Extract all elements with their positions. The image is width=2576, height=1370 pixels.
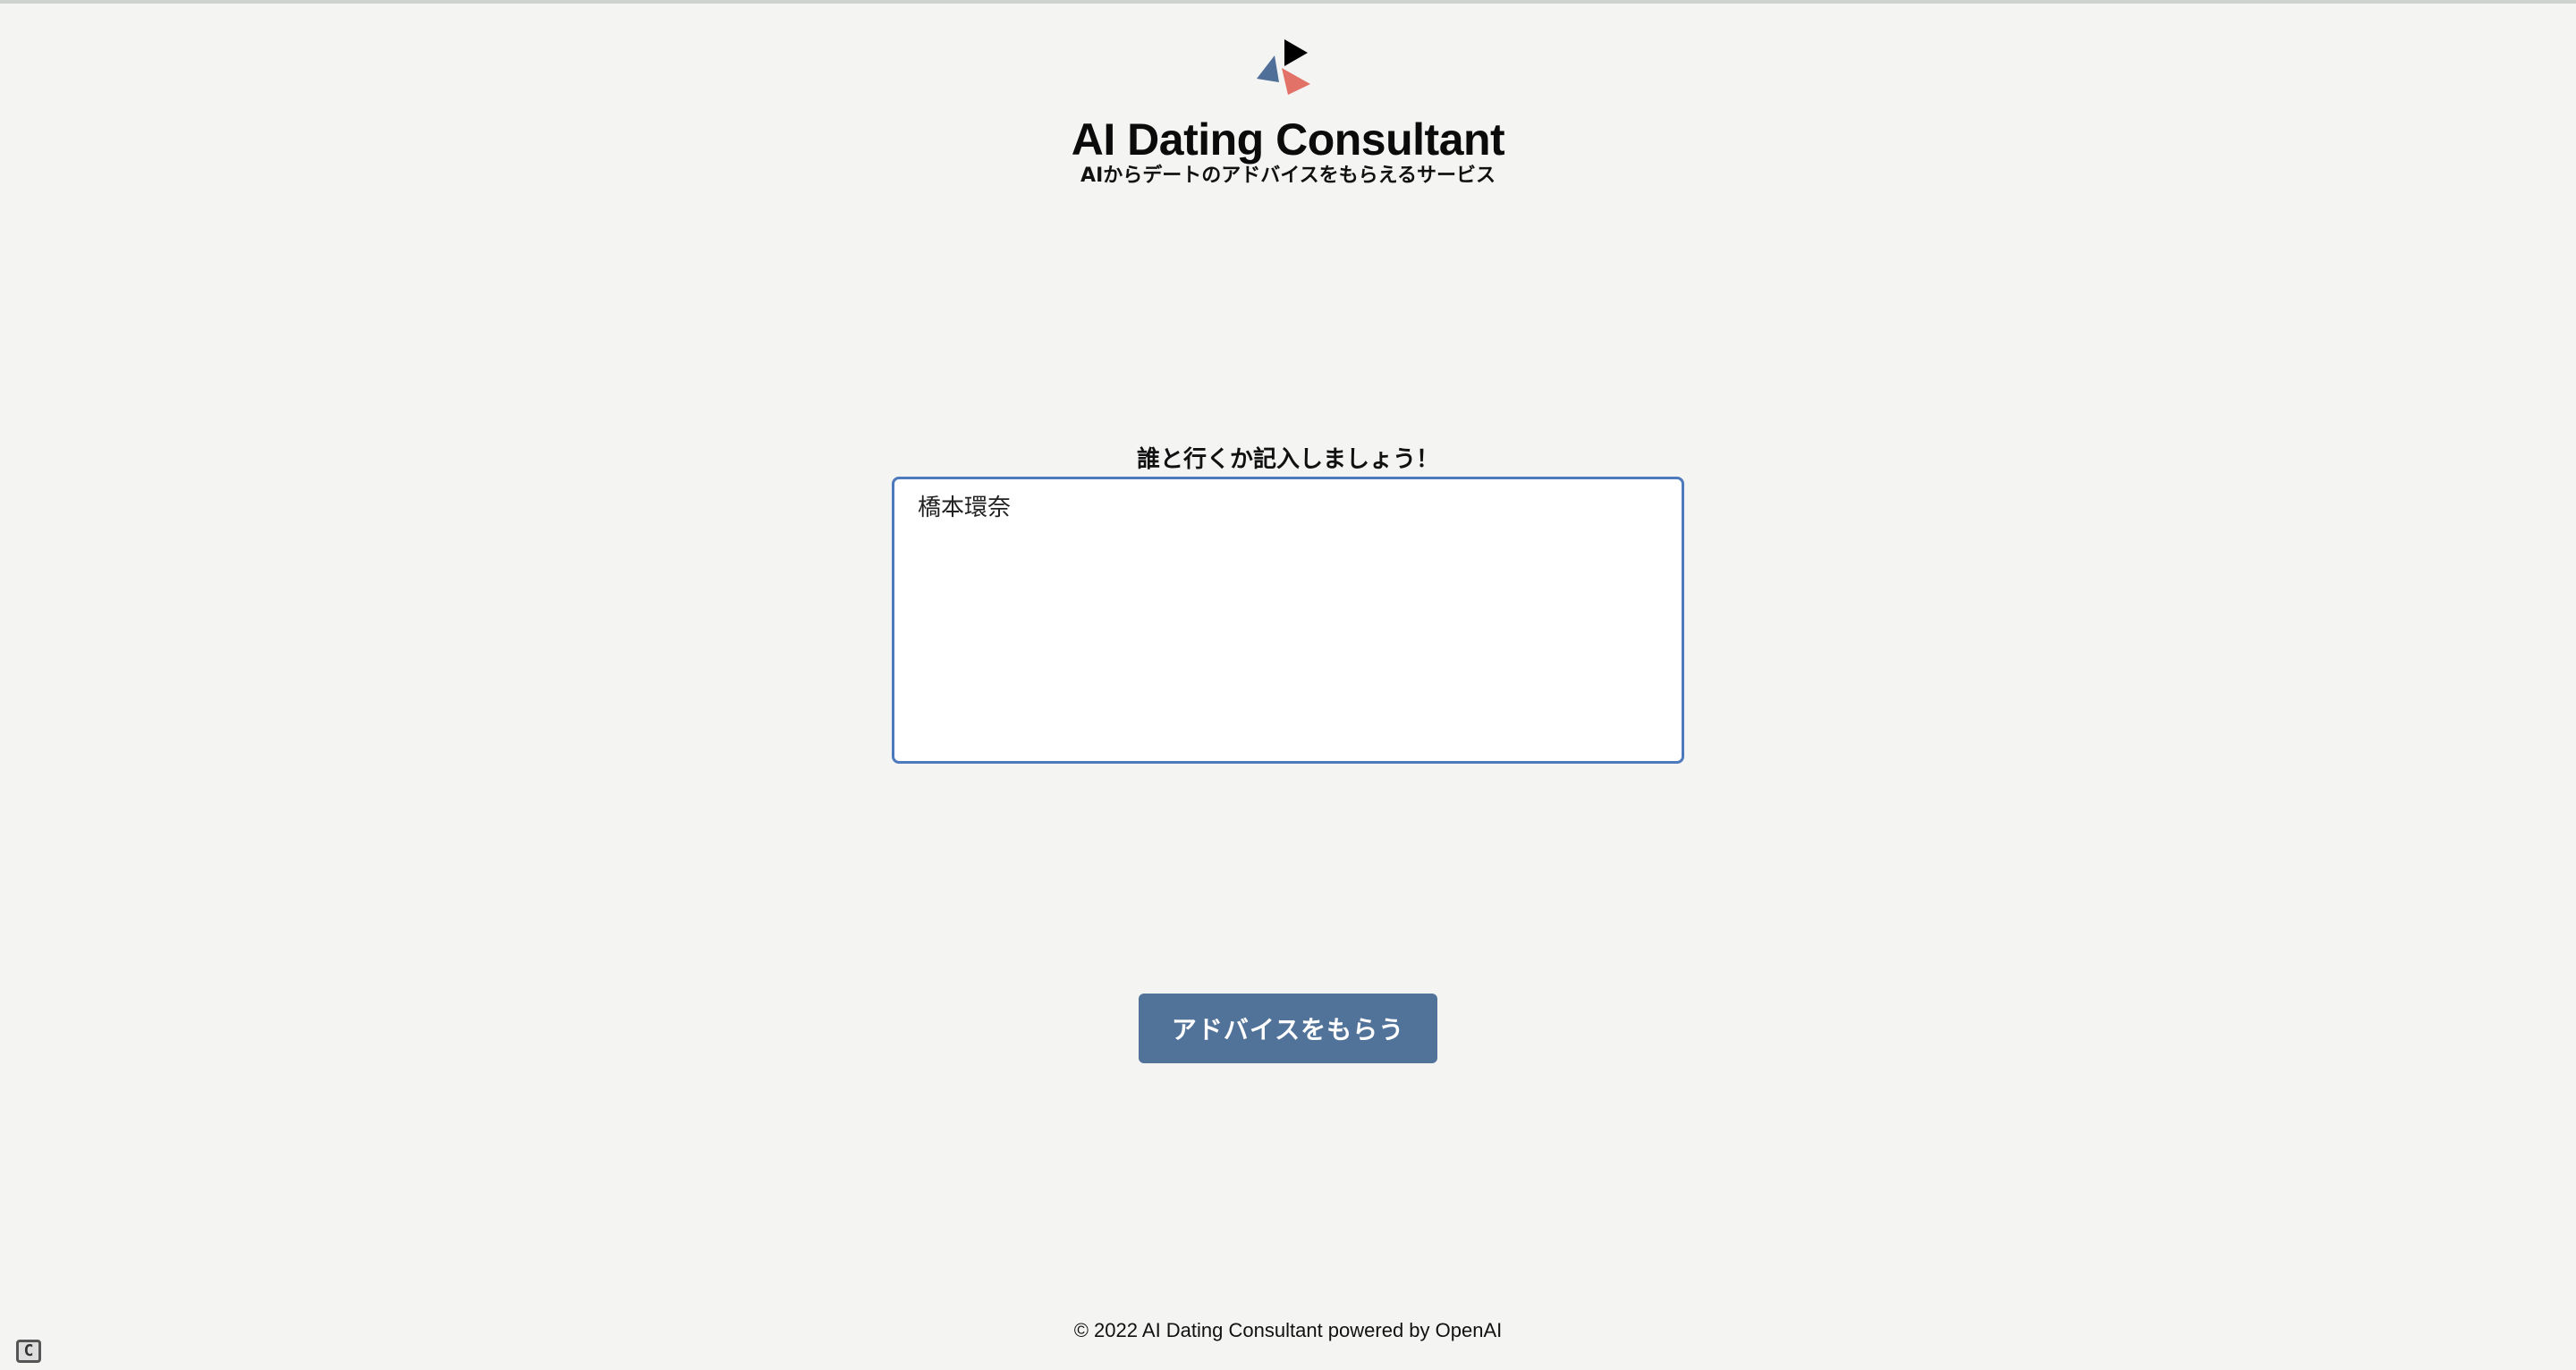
page-title: AI Dating Consultant: [1071, 114, 1505, 165]
logo-icon: [1257, 39, 1310, 95]
page-subtitle: AIからデートのアドバイスをもらえるサービス: [1080, 165, 1496, 187]
top-border: [0, 0, 2576, 4]
partner-input-label: 誰と行くか記入しましょう！: [1136, 446, 1439, 473]
c-badge-icon[interactable]: C: [16, 1340, 41, 1363]
get-advice-button[interactable]: アドバイスをもらう: [1139, 994, 1437, 1063]
partner-textarea[interactable]: 橋本環奈: [892, 477, 1684, 764]
footer-copyright: © 2022 AI Dating Consultant powered by O…: [1073, 1319, 1503, 1341]
